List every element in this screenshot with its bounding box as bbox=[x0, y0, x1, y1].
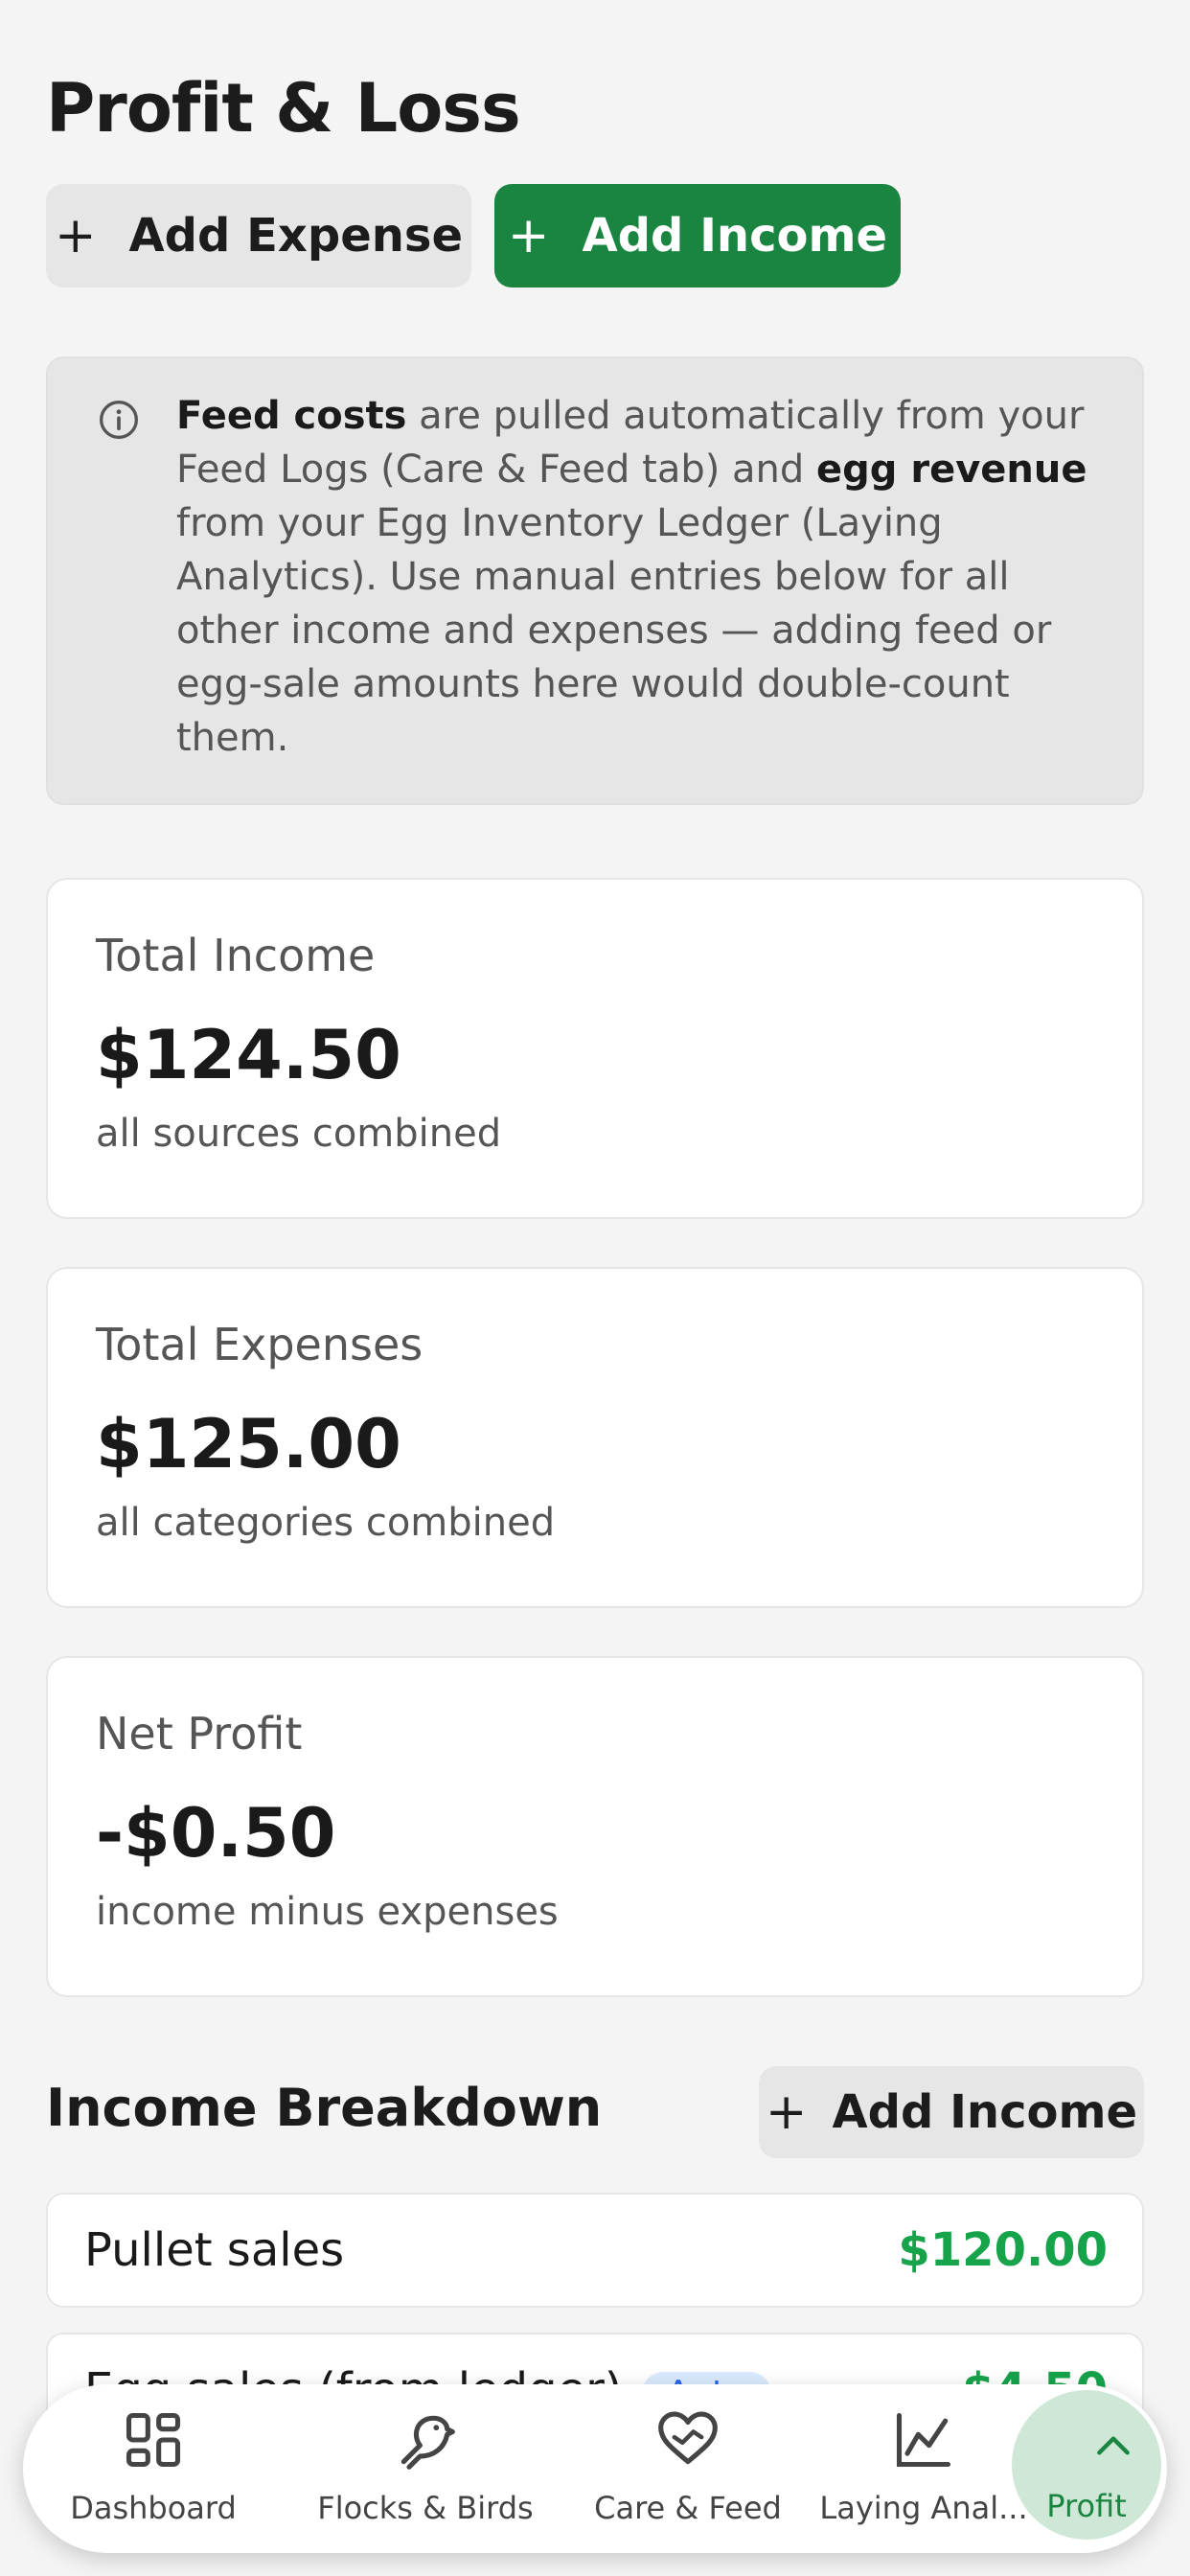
info-text: Feed costs are pulled automatically from… bbox=[176, 389, 1096, 765]
card-value: -$0.50 bbox=[96, 1794, 336, 1873]
add-expense-label: Add Expense bbox=[128, 209, 464, 263]
total-expenses-card: Total Expenses $125.00 all categories co… bbox=[46, 1267, 1144, 1608]
bird-icon bbox=[400, 2415, 455, 2470]
row-amount: $120.00 bbox=[898, 2223, 1108, 2277]
plus-icon: + bbox=[54, 207, 97, 264]
nav-item-dashboard[interactable]: Dashboard bbox=[23, 2384, 284, 2553]
info-bold-feed-costs: Feed costs bbox=[176, 394, 407, 438]
info-icon bbox=[100, 401, 138, 439]
card-value: $125.00 bbox=[96, 1405, 401, 1484]
chevron-up-icon bbox=[1097, 2436, 1130, 2455]
nav-label: Care & Feed bbox=[594, 2490, 782, 2526]
line-chart-icon bbox=[896, 2412, 951, 2468]
plus-icon: + bbox=[765, 2083, 808, 2141]
nav-item-laying-analytics[interactable]: Laying Anal... bbox=[809, 2384, 1039, 2553]
card-subtitle: income minus expenses bbox=[96, 1890, 559, 1934]
card-label: Total Income bbox=[96, 930, 376, 981]
nav-label: Laying Anal... bbox=[819, 2490, 1028, 2526]
add-expense-button[interactable]: + Add Expense bbox=[46, 184, 471, 288]
card-subtitle: all categories combined bbox=[96, 1501, 556, 1545]
total-income-card: Total Income $124.50 all sources combine… bbox=[46, 878, 1144, 1219]
net-profit-card: Net Profit -$0.50 income minus expenses bbox=[46, 1656, 1144, 1997]
card-label: Net Profit bbox=[96, 1708, 303, 1760]
nav-label: Flocks & Birds bbox=[317, 2490, 534, 2526]
income-row-pullet-sales[interactable]: Pullet sales $120.00 bbox=[46, 2193, 1144, 2308]
row-label: Pullet sales bbox=[84, 2223, 345, 2277]
nav-label: Profit bbox=[1046, 2488, 1127, 2524]
card-label: Total Expenses bbox=[96, 1319, 423, 1370]
card-value: $124.50 bbox=[96, 1016, 401, 1094]
plus-icon: + bbox=[507, 207, 550, 264]
nav-label: Dashboard bbox=[70, 2490, 237, 2526]
profit-loss-screen: Profit & Loss + Add Expense + Add Income… bbox=[0, 0, 1190, 2576]
card-subtitle: all sources combined bbox=[96, 1112, 502, 1156]
page-title: Profit & Loss bbox=[46, 69, 521, 148]
income-breakdown-add-button[interactable]: + Add Income bbox=[759, 2066, 1144, 2158]
income-breakdown-title: Income Breakdown bbox=[46, 2078, 603, 2138]
info-text-part-2: from your Egg Inventory Ledger (Laying A… bbox=[176, 501, 1052, 760]
nav-item-flocks-birds[interactable]: Flocks & Birds bbox=[284, 2384, 567, 2553]
info-notice: Feed costs are pulled automatically from… bbox=[46, 356, 1144, 805]
bottom-navigation: Dashboard Flocks & Birds Care & Feed Lay… bbox=[23, 2384, 1167, 2553]
nav-item-profit[interactable]: Profit bbox=[1012, 2390, 1161, 2540]
add-income-label: Add Income bbox=[582, 209, 888, 263]
nav-item-care-feed[interactable]: Care & Feed bbox=[567, 2384, 809, 2553]
info-bold-egg-revenue: egg revenue bbox=[816, 448, 1087, 492]
add-income-button[interactable]: + Add Income bbox=[494, 184, 901, 288]
heart-hand-icon bbox=[658, 2411, 718, 2465]
income-breakdown-add-label: Add Income bbox=[832, 2085, 1138, 2139]
dashboard-grid-icon bbox=[126, 2412, 181, 2468]
